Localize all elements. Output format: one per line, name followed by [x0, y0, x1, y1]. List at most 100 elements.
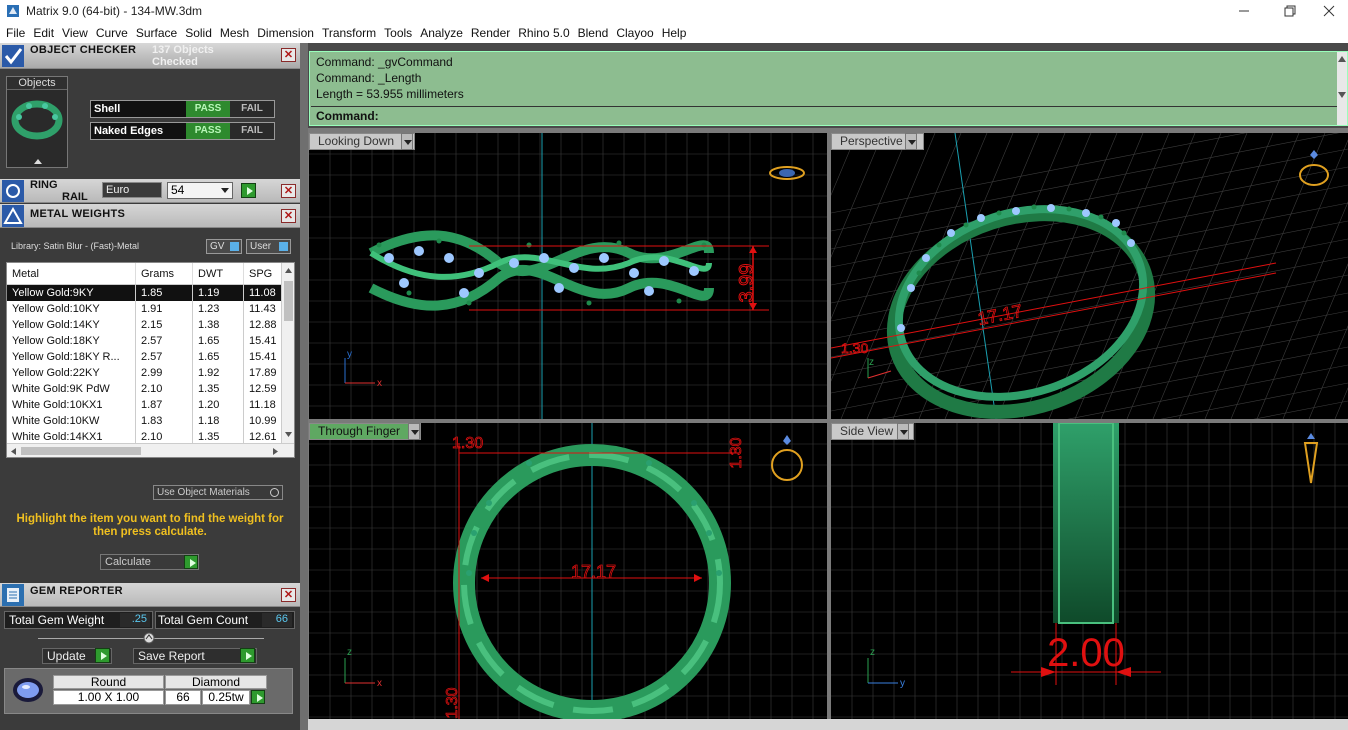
ring-rail-header: RING RAIL Euro 54 ✕: [0, 179, 300, 203]
window-title: Matrix 9.0 (64-bit) - 134-MW.3dm: [26, 4, 203, 18]
scroll-up-icon[interactable]: [284, 267, 293, 274]
object-checker-close-button[interactable]: ✕: [281, 48, 296, 62]
menu-edit[interactable]: Edit: [29, 26, 58, 40]
through-finger-dropdown-icon[interactable]: [408, 423, 420, 440]
gem-list-row[interactable]: Round 1.00 X 1.00 Diamond 66 0.25tw: [4, 668, 293, 714]
table-cell-metal: White Gold:10KX1: [7, 397, 136, 413]
viewport-through-finger[interactable]: 17.17 1.30 1.30 1.30 z x Through Finger: [309, 423, 827, 719]
axis-label-y: y: [347, 349, 352, 360]
viewport-label-looking-down[interactable]: Looking Down: [309, 133, 416, 150]
table-row[interactable]: Yellow Gold:22KY 2.99 1.92 17.89: [7, 365, 294, 381]
table-row[interactable]: Yellow Gold:18KY 2.57 1.65 15.41: [7, 333, 294, 349]
user-toggle[interactable]: User: [246, 239, 291, 254]
menu-file[interactable]: File: [2, 26, 29, 40]
objects-thumbnail-box[interactable]: Objects: [6, 76, 68, 168]
menu-view[interactable]: View: [58, 26, 92, 40]
use-object-materials-toggle[interactable]: Use Object Materials: [153, 485, 283, 500]
gem-slider-handle[interactable]: [143, 632, 155, 644]
metal-weights-close-button[interactable]: ✕: [281, 209, 296, 223]
save-report-button[interactable]: Save Report: [133, 648, 257, 664]
table-cell-metal: Yellow Gold:18KY: [7, 333, 136, 349]
metal-weights-title: METAL WEIGHTS: [30, 208, 126, 220]
axis-label-z-finger: z: [347, 647, 352, 658]
ring-gizmo-persp-icon[interactable]: [1299, 150, 1329, 186]
command-input[interactable]: Command:: [311, 106, 1337, 125]
side-view-dropdown-icon[interactable]: [897, 423, 909, 440]
table-row[interactable]: White Gold:10KX1 1.87 1.20 11.18: [7, 397, 294, 413]
perspective-label: Perspective: [840, 134, 903, 148]
command-scroll-up-icon[interactable]: [1338, 56, 1346, 62]
table-cell-grams: 1.85: [136, 285, 193, 301]
col-dwt[interactable]: DWT: [193, 263, 244, 284]
panel-splitter[interactable]: [300, 43, 308, 730]
table-cell-metal: Yellow Gold:14KY: [7, 317, 136, 333]
menu-blend[interactable]: Blend: [574, 26, 613, 40]
ring-perspective-view: 17.17 1.30 z: [831, 133, 1329, 419]
finger-dimension: 17.17: [571, 562, 616, 582]
looking-down-dropdown-icon[interactable]: [401, 133, 413, 150]
viewport-looking-down[interactable]: 3.99 y x Looking Down: [309, 133, 827, 419]
table-cell-grams: 2.57: [136, 333, 193, 349]
h-scroll-thumb[interactable]: [21, 447, 141, 455]
menu-dimension[interactable]: Dimension: [253, 26, 318, 40]
ring-gizmo-side-icon[interactable]: [1303, 433, 1319, 484]
gem-shape: Round: [53, 675, 164, 689]
viewport-label-through-finger[interactable]: Through Finger: [309, 423, 422, 440]
ring-size-select[interactable]: 54: [167, 182, 233, 199]
minimize-button[interactable]: [1221, 0, 1267, 22]
size-system-field[interactable]: Euro: [102, 182, 162, 198]
calculate-go-icon[interactable]: [184, 555, 198, 569]
col-spg[interactable]: SPG: [244, 263, 284, 284]
table-row[interactable]: White Gold:9K PdW 2.10 1.35 12.59: [7, 381, 294, 397]
menu-mesh[interactable]: Mesh: [216, 26, 253, 40]
scroll-down-icon[interactable]: [284, 431, 293, 438]
gem-reporter-title: GEM REPORTER: [30, 585, 123, 597]
table-row[interactable]: Yellow Gold:10KY 1.91 1.23 11.43: [7, 301, 294, 317]
horizontal-scrollbar[interactable]: [7, 443, 294, 457]
perspective-dropdown-icon[interactable]: [905, 133, 917, 150]
naked-edges-fail-badge: FAIL: [230, 123, 274, 139]
table-row[interactable]: Yellow Gold:14KY 2.15 1.38 12.88: [7, 317, 294, 333]
menu-curve[interactable]: Curve: [92, 26, 132, 40]
ring-gizmo-finger-icon[interactable]: [771, 435, 803, 481]
gem-reporter-close-button[interactable]: ✕: [281, 588, 296, 602]
col-metal[interactable]: Metal: [7, 263, 136, 284]
update-go-icon[interactable]: [95, 648, 110, 663]
menu-help[interactable]: Help: [658, 26, 691, 40]
gem-size: 1.00 X 1.00: [53, 690, 164, 705]
ring-rail-close-button[interactable]: ✕: [281, 184, 296, 198]
table-row[interactable]: Yellow Gold:18KY R... 2.57 1.65 15.41: [7, 349, 294, 365]
scroll-left-icon[interactable]: [10, 447, 17, 456]
ring-top-view: 3.99 y x: [344, 133, 805, 419]
command-scrollbar[interactable]: [1337, 52, 1347, 125]
scroll-right-icon[interactable]: [272, 447, 279, 456]
vertical-scrollbar[interactable]: [281, 263, 294, 443]
command-scroll-down-icon[interactable]: [1338, 92, 1346, 98]
viewport-perspective[interactable]: 17.17 1.30 z Perspective: [831, 133, 1348, 419]
menu-surface[interactable]: Surface: [132, 26, 181, 40]
menu-render[interactable]: Render: [467, 26, 514, 40]
gem-select-go-icon[interactable]: [251, 690, 265, 704]
viewport-side-view[interactable]: 2.00 z y Side View: [831, 423, 1348, 719]
shell-label: Shell: [94, 103, 121, 115]
ring-rail-go-button[interactable]: [241, 183, 256, 198]
table-cell-grams: 1.83: [136, 413, 193, 429]
save-report-go-icon[interactable]: [240, 648, 255, 663]
gv-toggle[interactable]: GV: [206, 239, 242, 254]
close-window-button[interactable]: [1306, 0, 1348, 22]
menu-analyze[interactable]: Analyze: [416, 26, 467, 40]
col-grams[interactable]: Grams: [136, 263, 193, 284]
chevron-up-icon[interactable]: [33, 157, 43, 165]
table-row[interactable]: Yellow Gold:9KY 1.85 1.19 11.08: [7, 285, 294, 301]
ring-gizmo-icon[interactable]: [769, 166, 805, 180]
menu-tools[interactable]: Tools: [380, 26, 416, 40]
menu-clayoo[interactable]: Clayoo: [612, 26, 657, 40]
table-row[interactable]: White Gold:10KW 1.83 1.18 10.99: [7, 413, 294, 429]
scroll-thumb[interactable]: [284, 281, 293, 321]
menu-transform[interactable]: Transform: [318, 26, 380, 40]
side-view-dimension: 2.00: [1047, 631, 1125, 675]
shell-check-row: Shell PASS FAIL: [90, 100, 275, 118]
menu-solid[interactable]: Solid: [181, 26, 216, 40]
menu-rhino[interactable]: Rhino 5.0: [514, 26, 573, 40]
user-toggle-label: User: [250, 241, 272, 252]
